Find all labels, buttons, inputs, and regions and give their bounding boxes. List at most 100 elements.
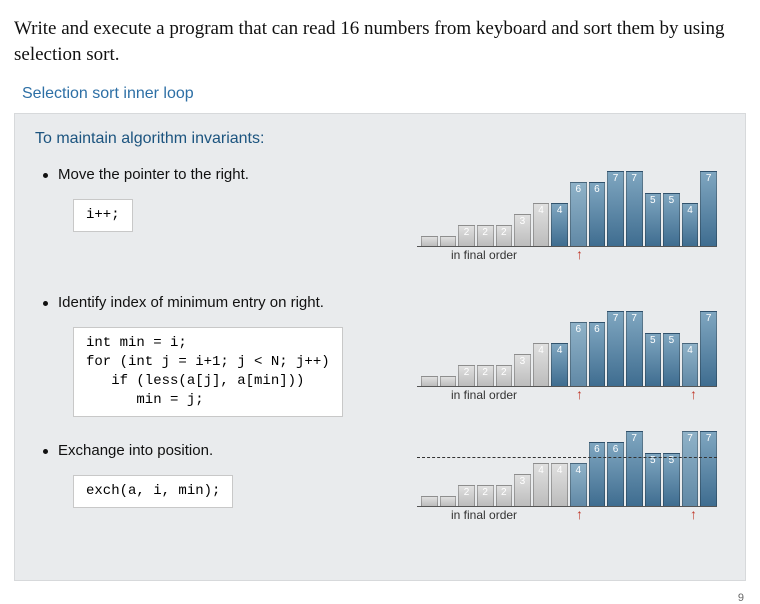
bar: 5 bbox=[645, 453, 662, 507]
step-text: Exchange into position. bbox=[58, 442, 213, 459]
bar: 3 bbox=[514, 354, 531, 386]
bar-label: 6 bbox=[571, 324, 586, 335]
bar: 4 bbox=[533, 203, 550, 246]
bar bbox=[440, 376, 457, 387]
final-order-label: in final order bbox=[451, 388, 517, 402]
bar-label: 4 bbox=[534, 345, 549, 356]
pointer-arrow-icon: ↑ bbox=[576, 386, 583, 402]
bar-label: 7 bbox=[701, 173, 716, 184]
bar: 4 bbox=[551, 463, 568, 506]
bar: 2 bbox=[477, 485, 494, 507]
bar: 3 bbox=[514, 474, 531, 506]
section-title: Selection sort inner loop bbox=[22, 85, 746, 103]
bar-label: 2 bbox=[478, 487, 493, 498]
final-order-label: in final order bbox=[451, 508, 517, 522]
bar: 4 bbox=[682, 203, 699, 246]
step-text: Move the pointer to the right. bbox=[58, 166, 249, 183]
bar bbox=[421, 236, 438, 247]
bar-label: 5 bbox=[646, 195, 661, 206]
bar-label: 7 bbox=[608, 313, 623, 324]
bar: 4 bbox=[570, 463, 587, 506]
bar: 4 bbox=[533, 343, 550, 386]
bar bbox=[421, 376, 438, 387]
bar: 6 bbox=[607, 442, 624, 507]
bar: 3 bbox=[514, 214, 531, 246]
page-number: 9 bbox=[738, 592, 744, 604]
bar: 2 bbox=[496, 225, 513, 247]
bar-label: 7 bbox=[701, 433, 716, 444]
bar-label: 7 bbox=[701, 313, 716, 324]
bar: 5 bbox=[663, 333, 680, 387]
bar: 7 bbox=[607, 171, 624, 246]
pointer-arrow-icon: ↑ bbox=[576, 246, 583, 262]
bar-label: 6 bbox=[590, 184, 605, 195]
bar-label: 2 bbox=[497, 487, 512, 498]
chart-step2: 22234466775547in final order↑↑ bbox=[417, 300, 717, 405]
bar: 7 bbox=[700, 171, 717, 246]
bar-label: 2 bbox=[478, 227, 493, 238]
bullet-icon bbox=[43, 301, 48, 306]
bar: 6 bbox=[589, 182, 606, 247]
bar bbox=[440, 496, 457, 507]
bar-label: 7 bbox=[627, 173, 642, 184]
chart-step1: 22234466775547in final order↑ bbox=[417, 160, 717, 265]
bar-label: 2 bbox=[478, 367, 493, 378]
bar: 5 bbox=[645, 193, 662, 247]
final-order-label: in final order bbox=[451, 248, 517, 262]
bar-label: 3 bbox=[515, 476, 530, 487]
bar-label: 2 bbox=[497, 227, 512, 238]
bar-label: 4 bbox=[571, 465, 586, 476]
bar: 7 bbox=[700, 311, 717, 386]
bar: 7 bbox=[626, 311, 643, 386]
bullet-icon bbox=[43, 173, 48, 178]
bar: 6 bbox=[589, 442, 606, 507]
bar-label: 7 bbox=[608, 173, 623, 184]
pointer-arrow-icon: ↑ bbox=[690, 386, 697, 402]
bar-label: 2 bbox=[459, 227, 474, 238]
bullet-icon bbox=[43, 449, 48, 454]
bar-label: 2 bbox=[459, 367, 474, 378]
code-exchange: exch(a, i, min); bbox=[73, 475, 233, 508]
bar: 7 bbox=[607, 311, 624, 386]
code-i-plus-plus: i++; bbox=[73, 199, 133, 232]
step-exchange: Exchange into position. exch(a, i, min);… bbox=[15, 442, 745, 552]
bar: 2 bbox=[496, 485, 513, 507]
panel-subhead: To maintain algorithm invariants: bbox=[35, 130, 745, 148]
bar-label: 4 bbox=[534, 465, 549, 476]
bar-label: 5 bbox=[664, 335, 679, 346]
code-find-min: int min = i; for (int j = i+1; j < N; j+… bbox=[73, 327, 343, 417]
pointer-arrow-icon: ↑ bbox=[690, 506, 697, 522]
bar: 2 bbox=[458, 225, 475, 247]
step-identify-min: Identify index of minimum entry on right… bbox=[15, 294, 745, 424]
bar: 7 bbox=[682, 431, 699, 506]
bar: 2 bbox=[477, 225, 494, 247]
bar: 6 bbox=[589, 322, 606, 387]
bar-label: 4 bbox=[552, 345, 567, 356]
bar-label: 4 bbox=[683, 205, 698, 216]
bar-label: 3 bbox=[515, 216, 530, 227]
bar: 6 bbox=[570, 182, 587, 247]
bar-label: 5 bbox=[664, 195, 679, 206]
bar-label: 4 bbox=[552, 205, 567, 216]
bar-label: 7 bbox=[627, 433, 642, 444]
bar-label: 5 bbox=[646, 335, 661, 346]
step-text: Identify index of minimum entry on right… bbox=[58, 294, 324, 311]
bar: 7 bbox=[626, 431, 643, 506]
bar: 4 bbox=[551, 203, 568, 246]
bar-label: 2 bbox=[459, 487, 474, 498]
step-move-pointer: Move the pointer to the right. i++; 2223… bbox=[15, 166, 745, 276]
bar: 7 bbox=[700, 431, 717, 506]
bar: 7 bbox=[626, 171, 643, 246]
bar-label: 6 bbox=[590, 444, 605, 455]
bar: 5 bbox=[645, 333, 662, 387]
bar: 5 bbox=[663, 453, 680, 507]
bar-label: 3 bbox=[515, 356, 530, 367]
bar bbox=[440, 236, 457, 247]
bar-label: 4 bbox=[534, 205, 549, 216]
chart-step3: 22234446675577in final order↑↑ bbox=[417, 420, 717, 525]
bar: 4 bbox=[682, 343, 699, 386]
pointer-arrow-icon: ↑ bbox=[576, 506, 583, 522]
bar: 2 bbox=[458, 485, 475, 507]
dashed-guide bbox=[417, 457, 717, 458]
bar-label: 2 bbox=[497, 367, 512, 378]
